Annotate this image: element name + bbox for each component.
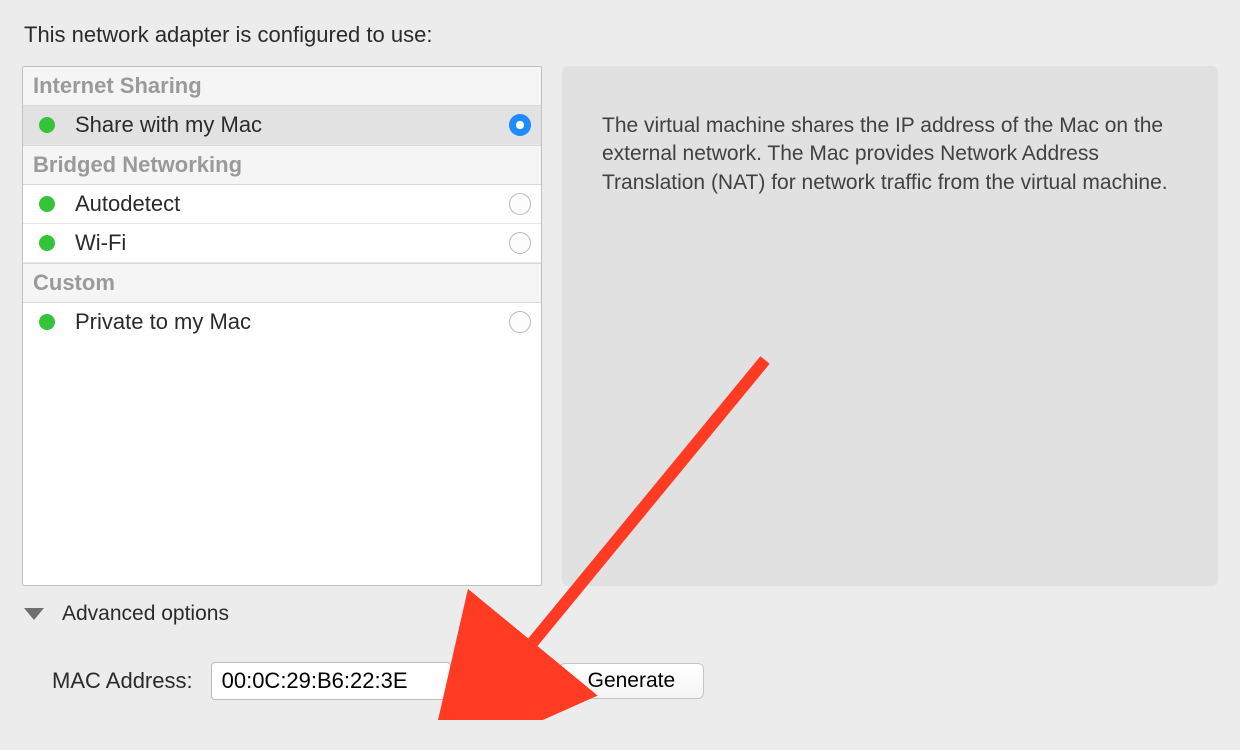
- option-label: Autodetect: [75, 191, 509, 217]
- group-header-bridged-networking: Bridged Networking: [23, 145, 541, 185]
- option-private-to-my-mac[interactable]: Private to my Mac: [23, 303, 541, 341]
- advanced-options-toggle[interactable]: Advanced options: [24, 602, 1218, 626]
- option-label: Private to my Mac: [75, 309, 509, 335]
- status-dot-icon: [39, 196, 55, 212]
- mode-description: The virtual machine shares the IP addres…: [562, 66, 1218, 586]
- option-share-with-my-mac[interactable]: Share with my Mac: [23, 106, 541, 145]
- option-label: Share with my Mac: [75, 112, 509, 138]
- radio-unselected-icon[interactable]: [509, 232, 531, 254]
- network-mode-list: Internet Sharing Share with my Mac Bridg…: [22, 66, 542, 586]
- group-header-custom: Custom: [23, 263, 541, 303]
- radio-selected-icon[interactable]: [509, 114, 531, 136]
- mac-address-input[interactable]: [211, 662, 451, 700]
- radio-unselected-icon[interactable]: [509, 311, 531, 333]
- radio-unselected-icon[interactable]: [509, 193, 531, 215]
- disclosure-triangle-icon: [24, 608, 44, 620]
- advanced-options-label: Advanced options: [62, 602, 229, 626]
- option-autodetect[interactable]: Autodetect: [23, 185, 541, 224]
- option-wifi[interactable]: Wi-Fi: [23, 224, 541, 263]
- option-label: Wi-Fi: [75, 230, 509, 256]
- group-header-internet-sharing: Internet Sharing: [23, 67, 541, 106]
- status-dot-icon: [39, 117, 55, 133]
- status-dot-icon: [39, 314, 55, 330]
- generate-button[interactable]: Generate: [559, 663, 705, 699]
- page-heading: This network adapter is configured to us…: [24, 22, 1218, 48]
- mac-address-label: MAC Address:: [52, 668, 193, 694]
- status-dot-icon: [39, 235, 55, 251]
